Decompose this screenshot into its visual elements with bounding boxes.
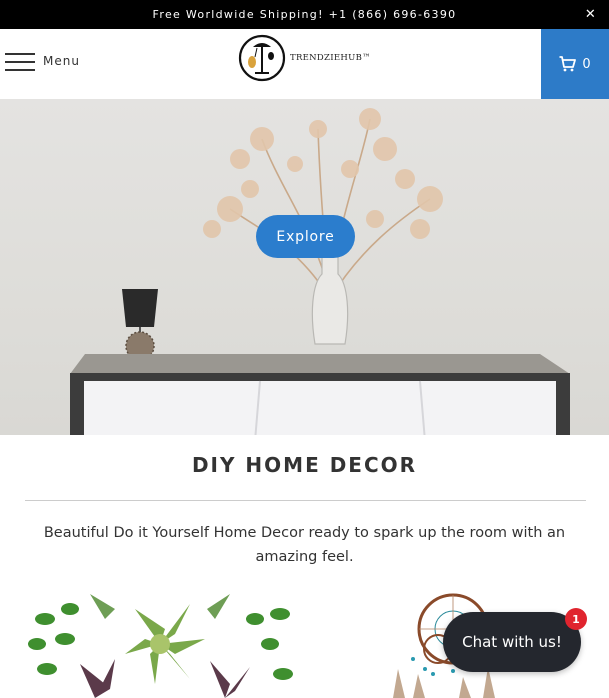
site-logo[interactable]: TRENDZIEHUB™ [238,33,371,83]
chat-button[interactable]: Chat with us! [443,612,581,672]
explore-button[interactable]: Explore [256,215,355,258]
announcement-bar: Free Worldwide Shipping! +1 (866) 696-63… [0,0,609,29]
logo-text: TRENDZIEHUB™ [290,53,371,63]
section-description: Beautiful Do it Yourself Home Decor read… [43,525,566,565]
succulents-image [28,594,293,698]
menu-button[interactable]: Menu [5,50,80,72]
hero-image [70,108,570,435]
cart-button[interactable]: 0 [541,29,609,99]
section-title: DIY HOME DECOR [191,453,418,477]
logo-emblem-icon [238,34,286,82]
hero-banner: Explore [0,99,609,435]
cart-count: 0 [582,56,591,72]
site-header: Menu TRENDZIEHUB™ 0 [0,29,609,99]
close-icon[interactable]: ✕ [583,5,599,23]
divider [25,500,586,501]
menu-label: Menu [43,54,80,68]
cart-icon [559,56,577,72]
hamburger-icon [5,50,35,72]
product-image-succulents[interactable] [25,589,296,698]
chat-label: Chat with us! [462,633,562,651]
chat-notification-badge: 1 [565,608,587,630]
announcement-text: Free Worldwide Shipping! +1 (866) 696-63… [152,8,457,21]
